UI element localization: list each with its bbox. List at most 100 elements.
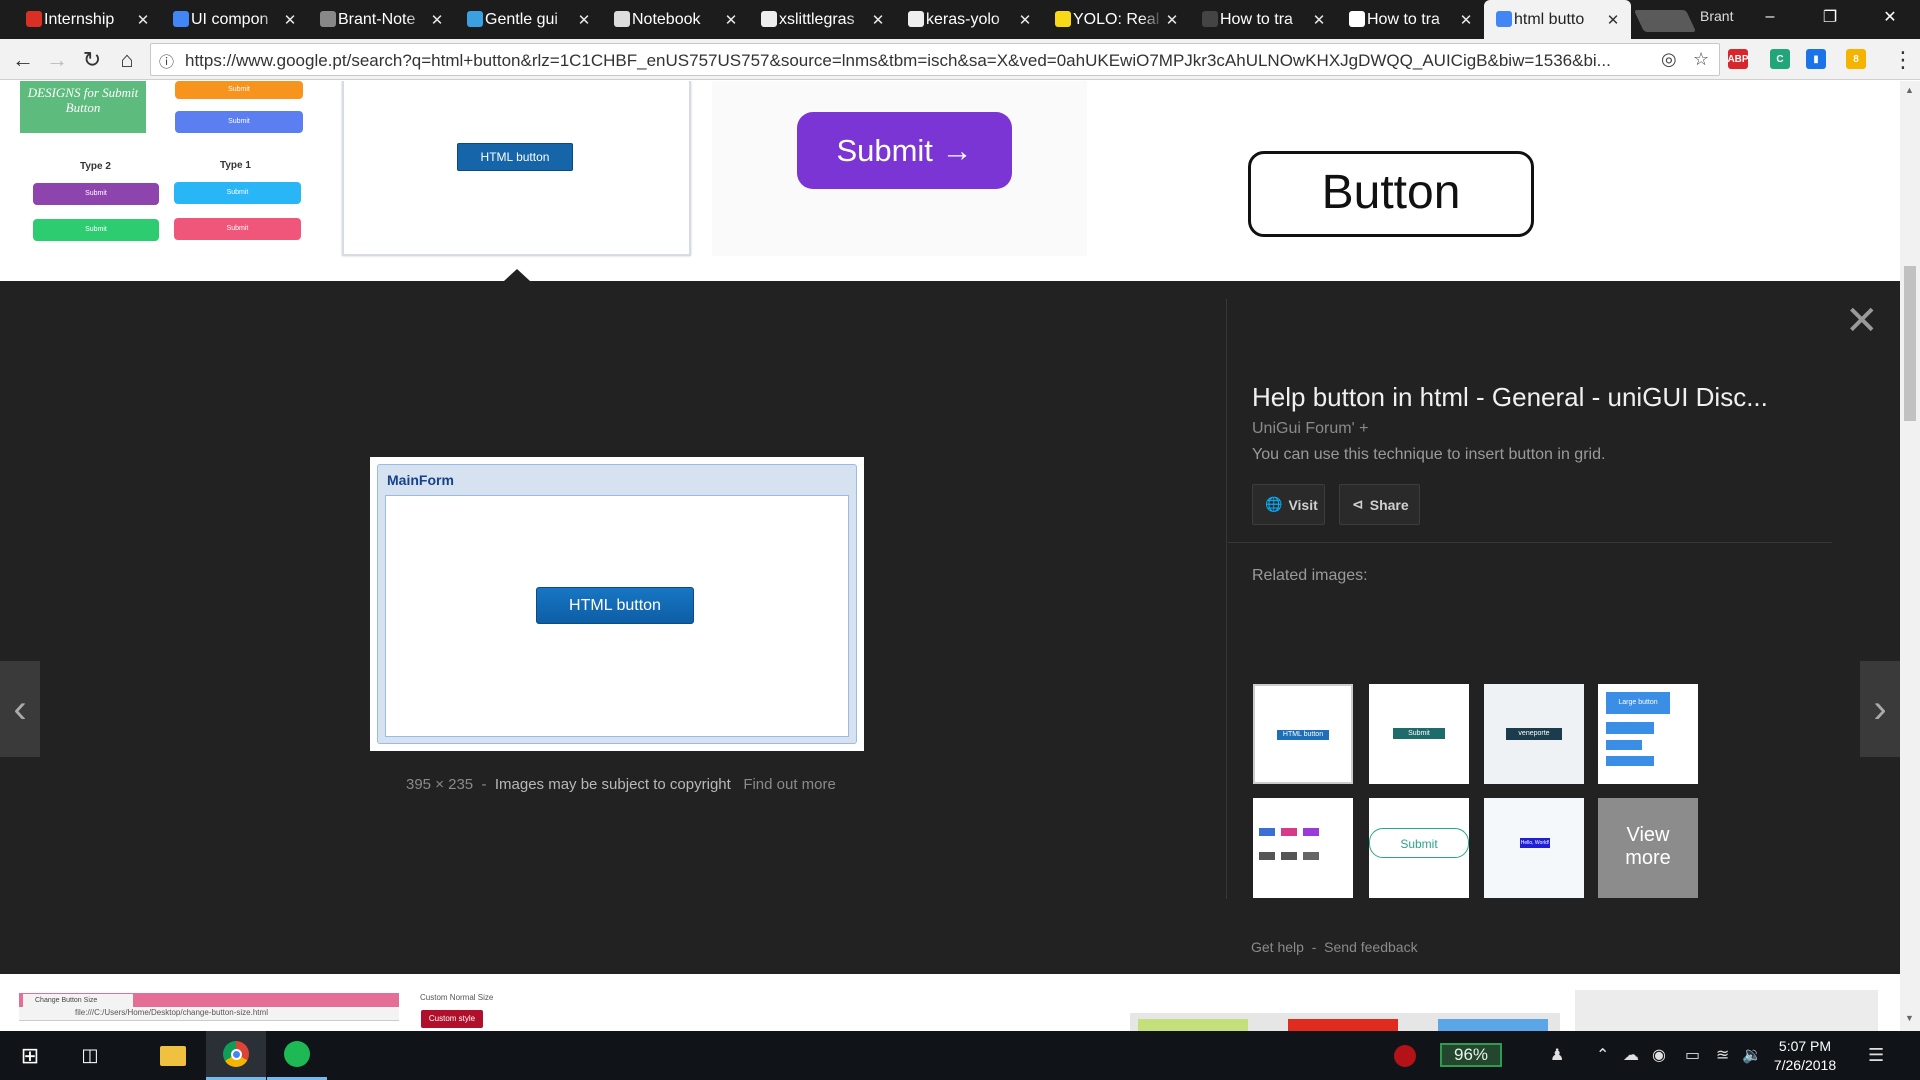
related-image-5[interactable] — [1253, 798, 1353, 898]
system-clock[interactable]: 5:07 PM 7/26/2018 — [1765, 1037, 1845, 1075]
tab-5[interactable]: Notebook ✕ — [602, 0, 749, 39]
tab-8[interactable]: YOLO: Real ✕ — [1043, 0, 1190, 39]
find-out-more-link[interactable]: Find out more — [743, 776, 836, 793]
previous-image-icon[interactable]: ‹ — [0, 661, 40, 757]
next-image-icon[interactable]: › — [1860, 661, 1900, 757]
result-image-grey[interactable] — [1575, 990, 1878, 1031]
document-icon — [614, 11, 630, 27]
battery-indicator[interactable]: 96% — [1440, 1043, 1502, 1067]
minimize-icon[interactable]: – — [1740, 0, 1800, 34]
sync-icon[interactable]: ◉ — [1652, 1045, 1666, 1065]
home-icon[interactable]: ⌂ — [112, 45, 142, 75]
result-image-change-button-size[interactable]: Change Button Size file:///C:/Users/Home… — [19, 993, 399, 1031]
back-icon[interactable]: ← — [8, 45, 38, 75]
bookmark-star-icon[interactable]: ☆ — [1693, 49, 1709, 70]
tab-7[interactable]: keras-yolo ✕ — [896, 0, 1043, 39]
extension-icon-4[interactable]: 8 — [1846, 49, 1866, 69]
task-view-icon[interactable]: ◫ — [60, 1031, 120, 1080]
close-tab-icon[interactable]: ✕ — [723, 11, 739, 29]
close-tab-icon[interactable]: ✕ — [1164, 11, 1180, 29]
related-image-6[interactable]: Submit — [1369, 798, 1469, 898]
windows-taskbar: ⊞ ◫ 96% ♟ ⌃ ☁ ◉ ▭ ≊ 🔉 5:07 PM 7/26/2018 … — [0, 1031, 1920, 1080]
close-tab-icon[interactable]: ✕ — [429, 11, 445, 29]
github-icon — [761, 11, 777, 27]
color-block — [1438, 1019, 1548, 1031]
url-text[interactable]: https://www.google.pt/search?q=html+butt… — [185, 51, 1625, 71]
tab-2[interactable]: UI compon ✕ — [161, 0, 308, 39]
result-image-custom-style[interactable]: Custom Normal Size Custom style — [420, 993, 580, 1031]
related-image-1[interactable]: HTML button — [1253, 684, 1353, 784]
close-tab-icon[interactable]: ✕ — [1605, 11, 1621, 29]
new-tab-button[interactable] — [1633, 10, 1697, 32]
close-tab-icon[interactable]: ✕ — [135, 11, 151, 29]
close-tab-icon[interactable]: ✕ — [282, 11, 298, 29]
result-image-submit-designs[interactable]: DESIGNS for Submit Button Submit Submit … — [0, 81, 320, 281]
spotify-icon[interactable] — [267, 1031, 327, 1080]
share-button[interactable]: ⊲ Share — [1339, 484, 1420, 525]
antivirus-icon[interactable] — [1375, 1031, 1435, 1080]
scroll-up-icon[interactable]: ▲ — [1905, 85, 1914, 95]
reload-icon[interactable]: ↻ — [77, 45, 107, 75]
close-tab-icon[interactable]: ✕ — [1017, 11, 1033, 29]
tab-3[interactable]: Brant-Note ✕ — [308, 0, 455, 39]
extension-icon-2[interactable]: C — [1770, 49, 1790, 69]
gear-icon — [320, 11, 336, 27]
preview-source[interactable]: UniGui Forum' + — [1252, 420, 1368, 438]
preview-title-link[interactable]: Help button in html - General - uniGUI D… — [1252, 382, 1842, 413]
forward-icon[interactable]: → — [42, 45, 72, 75]
wifi-icon[interactable]: ≊ — [1716, 1045, 1729, 1065]
onedrive-icon[interactable]: ☁ — [1623, 1045, 1639, 1065]
result-image-outlined-button[interactable]: Button — [1248, 151, 1534, 237]
related-image-4[interactable]: Large button — [1598, 684, 1698, 784]
send-feedback-link[interactable]: Send feedback — [1324, 939, 1417, 955]
related-image-7[interactable]: Hello, World! — [1484, 798, 1584, 898]
action-center-icon[interactable]: ☰ — [1868, 1045, 1884, 1066]
result-image-html-button[interactable]: HTML button — [342, 81, 691, 256]
close-tab-icon[interactable]: ✕ — [1311, 11, 1327, 29]
close-tab-icon[interactable]: ✕ — [1458, 11, 1474, 29]
related-image-3[interactable]: veneporte — [1484, 684, 1584, 784]
related-image-2[interactable]: Submit — [1369, 684, 1469, 784]
tab-title: html butto — [1514, 10, 1585, 28]
visit-label: Visit — [1288, 496, 1318, 513]
tab-11[interactable]: html butto ✕ — [1484, 0, 1631, 39]
location-icon[interactable]: ◎ — [1661, 49, 1677, 70]
pink-submit-swatch: Submit — [174, 218, 301, 240]
show-hidden-icons[interactable]: ⌃ — [1596, 1045, 1609, 1065]
tab-title: Notebook — [632, 10, 701, 28]
scrollbar-thumb[interactable] — [1904, 266, 1916, 421]
tab-6[interactable]: xslittlegras ✕ — [749, 0, 896, 39]
tab-9[interactable]: How to tra ✕ — [1190, 0, 1337, 39]
people-icon[interactable]: ♟ — [1550, 1045, 1564, 1065]
menu-icon[interactable]: ⋮ — [1888, 45, 1918, 75]
address-bar[interactable]: ⓘ https://www.google.pt/search?q=html+bu… — [150, 43, 1720, 76]
preview-caret — [504, 269, 530, 281]
close-tab-icon[interactable]: ✕ — [870, 11, 886, 29]
view-more-button[interactable]: View more — [1598, 798, 1698, 898]
battery-icon[interactable]: ▭ — [1685, 1045, 1700, 1065]
chrome-icon[interactable] — [206, 1031, 266, 1080]
result-image-color-blocks[interactable] — [1130, 1013, 1560, 1031]
page-scrollbar[interactable]: ▲ ▼ — [1900, 81, 1920, 1031]
mainform-title: MainForm — [387, 472, 454, 488]
close-preview-icon[interactable]: ✕ — [1845, 301, 1879, 341]
preview-image[interactable]: MainForm HTML button — [370, 457, 864, 751]
tab-1[interactable]: Internship ✕ — [14, 0, 161, 39]
result-image-submit-pill[interactable]: Submit → — [712, 81, 1087, 256]
extension-icon-1[interactable]: ABP — [1727, 49, 1749, 69]
scroll-down-icon[interactable]: ▼ — [1905, 1013, 1914, 1023]
close-tab-icon[interactable]: ✕ — [576, 11, 592, 29]
extension-icon-3[interactable]: ▮ — [1806, 49, 1826, 69]
get-help-link[interactable]: Get help — [1251, 939, 1304, 955]
mini-address-text: file:///C:/Users/Home/Desktop/change-but… — [75, 1008, 268, 1017]
info-icon[interactable]: ⓘ — [159, 51, 174, 72]
windows-start-icon[interactable]: ⊞ — [0, 1031, 60, 1080]
visit-button[interactable]: 🌐 Visit — [1252, 484, 1325, 525]
tab-10[interactable]: How to tra ✕ — [1337, 0, 1484, 39]
close-window-icon[interactable]: ✕ — [1860, 0, 1920, 34]
profile-name[interactable]: Brant — [1700, 8, 1733, 24]
volume-icon[interactable]: 🔉 — [1742, 1045, 1762, 1065]
restore-icon[interactable]: ❐ — [1800, 0, 1860, 34]
file-explorer-icon[interactable] — [143, 1031, 203, 1080]
tab-4[interactable]: Gentle gui ✕ — [455, 0, 602, 39]
